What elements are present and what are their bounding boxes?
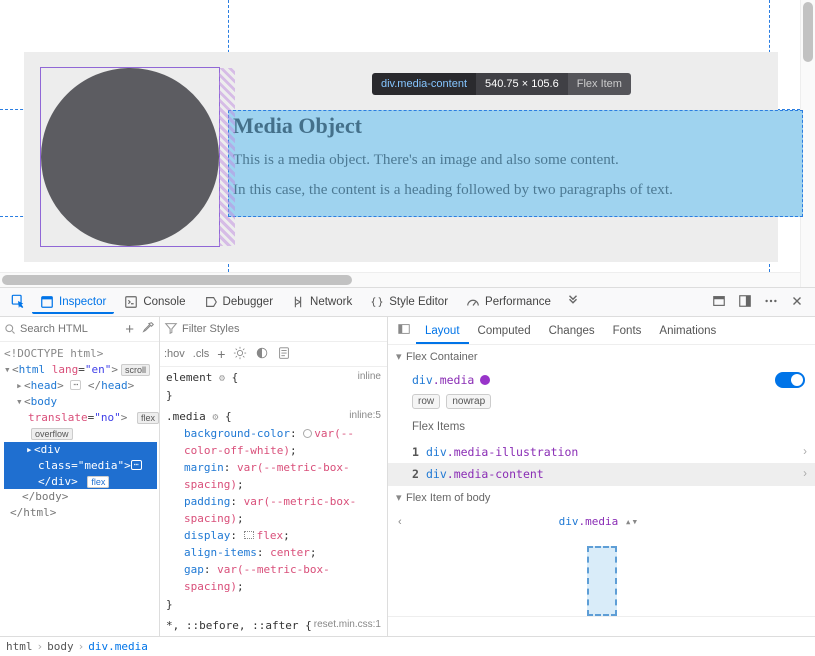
flex-item-1[interactable]: 1div.media-illustration› — [388, 441, 815, 463]
horizontal-scrollbar[interactable] — [0, 272, 800, 287]
tab-console[interactable]: Console — [116, 291, 193, 313]
dark-scheme-icon[interactable] — [255, 346, 269, 363]
search-html-input[interactable] — [20, 323, 118, 335]
breadcrumb[interactable]: html› body› div.media — [0, 636, 815, 656]
rules-panel: :hov .cls + inlineelement ⚙ {} inline:5.… — [160, 317, 388, 636]
media-illustration — [40, 67, 220, 247]
dock-mode-icon[interactable] — [733, 290, 757, 315]
selected-div-node[interactable]: ▸<div — [4, 442, 157, 458]
element-picker-icon[interactable] — [6, 290, 30, 315]
close-devtools-icon[interactable] — [785, 290, 809, 315]
css-rules[interactable]: inlineelement ⚙ {} inline:5.media ⚙ {bac… — [160, 367, 387, 636]
add-rule-icon[interactable]: + — [217, 346, 225, 362]
page-viewport: Media Object This is a media object. The… — [0, 0, 815, 287]
sidebar-toggle-icon[interactable] — [392, 318, 416, 343]
light-scheme-icon[interactable] — [233, 346, 247, 363]
panel-tab-animations[interactable]: Animations — [650, 319, 725, 343]
overlay-color-swatch[interactable] — [480, 375, 490, 385]
flex-item-2[interactable]: 2div.media-content› — [388, 463, 815, 485]
filter-styles-input[interactable] — [182, 323, 383, 335]
media-heading: Media Object — [233, 113, 798, 139]
tab-network[interactable]: Network — [283, 291, 360, 313]
margin-overlay — [219, 68, 235, 246]
panel-tab-changes[interactable]: Changes — [540, 319, 604, 343]
pill-nowrap: nowrap — [446, 394, 491, 409]
panel-tab-layout[interactable]: Layout — [416, 319, 469, 344]
panel-tab-fonts[interactable]: Fonts — [604, 319, 651, 343]
markup-panel: + <!DOCTYPE html> ▾<html lang="en">scrol… — [0, 317, 160, 636]
flex-overlay-toggle[interactable] — [775, 372, 805, 388]
html-close[interactable]: </html> — [4, 505, 157, 521]
media-paragraph: In this case, the content is a heading f… — [233, 181, 798, 199]
pseudo-cls[interactable]: .cls — [193, 348, 210, 360]
pill-row: row — [412, 394, 440, 409]
eyedropper-icon[interactable] — [141, 321, 155, 338]
html-node[interactable]: ▾<html lang="en">scroll — [4, 362, 157, 378]
body-node[interactable]: ▾<body — [4, 394, 157, 410]
devtools-toolbar: Inspector Console Debugger Network Style… — [0, 287, 815, 317]
filter-icon — [164, 321, 178, 338]
tab-debugger[interactable]: Debugger — [196, 291, 282, 313]
body-close[interactable]: </body> — [4, 489, 157, 505]
layout-panel: Layout Computed Changes Fonts Animations… — [388, 317, 815, 636]
head-node[interactable]: ▸<head> ⋯ </head> — [4, 378, 157, 394]
doctype-node[interactable]: <!DOCTYPE html> — [4, 346, 157, 362]
dom-tree[interactable]: <!DOCTYPE html> ▾<html lang="en">scroll … — [0, 342, 159, 525]
section-flex-item[interactable]: ▾Flex Item of body — [388, 486, 815, 509]
kebab-menu-icon[interactable] — [759, 290, 783, 315]
inspector-tooltip: div.media-content 540.75 × 105.6 Flex It… — [372, 73, 631, 95]
tabs-overflow-icon[interactable] — [561, 290, 585, 315]
search-icon — [4, 322, 16, 336]
flex-item-diagram — [587, 546, 617, 616]
print-media-icon[interactable] — [277, 346, 291, 363]
devtools-body: + <!DOCTYPE html> ▾<html lang="en">scrol… — [0, 317, 815, 636]
add-node-icon[interactable]: + — [122, 321, 137, 338]
section-flex-container[interactable]: ▾Flex Container — [388, 345, 815, 368]
pseudo-hov[interactable]: :hov — [164, 348, 185, 360]
panel-tab-computed[interactable]: Computed — [469, 319, 540, 343]
tab-inspector[interactable]: Inspector — [32, 291, 114, 314]
tab-style-editor[interactable]: Style Editor — [362, 291, 456, 313]
tab-performance[interactable]: Performance — [458, 291, 559, 313]
media-image-placeholder — [41, 68, 219, 246]
iframe-picker-icon[interactable] — [707, 290, 731, 315]
media-paragraph: This is a media object. There's an image… — [233, 151, 798, 169]
media-content-highlight: Media Object This is a media object. The… — [228, 110, 803, 217]
flex-items-heading: Flex Items — [412, 421, 805, 433]
search-html[interactable] — [4, 322, 118, 336]
